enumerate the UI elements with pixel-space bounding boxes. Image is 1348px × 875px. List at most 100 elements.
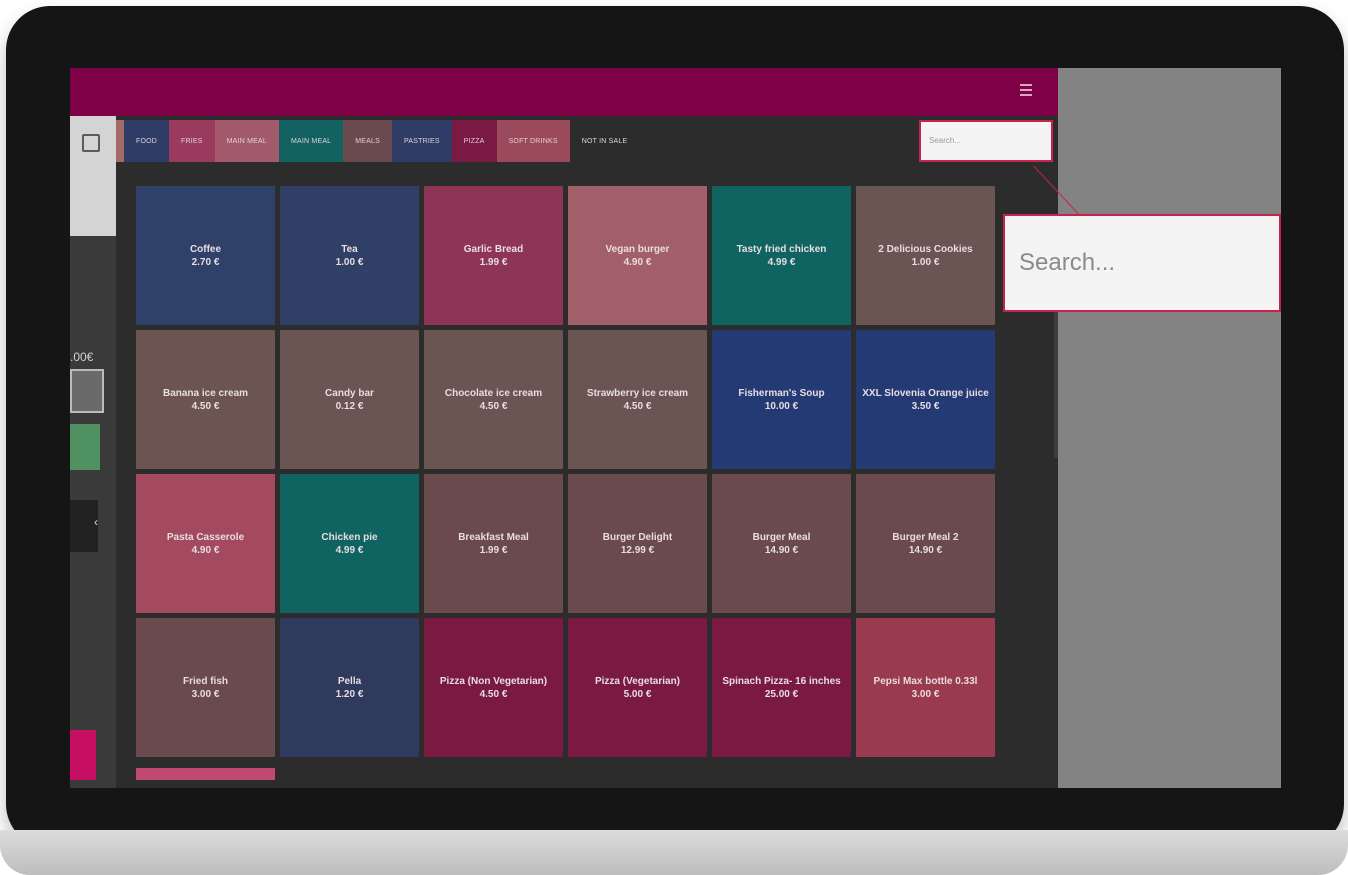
product-name: Strawberry ice cream: [586, 387, 689, 399]
product-name: Tasty fried chicken: [736, 243, 827, 255]
product-tile[interactable]: Pepsi Max bottle 0.33l 3.00 €: [856, 618, 995, 757]
tablet-base: [0, 830, 1348, 875]
product-name: Burger Delight: [602, 531, 673, 543]
product-price: 4.90 €: [623, 256, 652, 268]
product-tile[interactable]: Pella 1.20 €: [280, 618, 419, 757]
product-tile[interactable]: Spinach Pizza- 16 inches 25.00 €: [712, 618, 851, 757]
tab-category[interactable]: PASTRIES: [392, 120, 452, 162]
product-tile[interactable]: Pizza (Non Vegetarian) 4.50 €: [424, 618, 563, 757]
product-price: 3.00 €: [191, 688, 220, 700]
product-grid: Coffee 2.70 € Tea 1.00 € Garlic Bread 1.99 € V…: [136, 186, 1000, 757]
product-tile[interactable]: Banana ice cream 4.50 €: [136, 330, 275, 469]
product-price: 12.99 €: [620, 544, 655, 556]
order-total: .00€: [70, 350, 94, 364]
pos-screen: .00€ ‹ FOOD FRIES MAIN MEAL MAIN MEAL ME…: [70, 68, 1281, 788]
product-price: 4.50 €: [479, 400, 508, 412]
product-name: Fisherman's Soup: [738, 387, 825, 399]
product-price: 4.50 €: [479, 688, 508, 700]
product-tile[interactable]: Burger Meal 2 14.90 €: [856, 474, 995, 613]
product-price: 14.90 €: [764, 544, 799, 556]
product-price: 4.99 €: [335, 544, 364, 556]
product-name: Pasta Casserole: [166, 531, 245, 543]
product-tile[interactable]: Candy bar 0.12 €: [280, 330, 419, 469]
product-price: 4.90 €: [191, 544, 220, 556]
product-name: Coffee: [189, 243, 222, 255]
product-tile[interactable]: Garlic Bread 1.99 €: [424, 186, 563, 325]
product-tile[interactable]: Pasta Casserole 4.90 €: [136, 474, 275, 613]
product-name: Chocolate ice cream: [444, 387, 543, 399]
product-name: Garlic Bread: [463, 243, 524, 255]
tab-category[interactable]: SOFT DRINKS: [496, 120, 570, 162]
product-tile[interactable]: Burger Meal 14.90 €: [712, 474, 851, 613]
product-price: 3.50 €: [911, 400, 940, 412]
product-tile[interactable]: Chocolate ice cream 4.50 €: [424, 330, 563, 469]
product-tile[interactable]: Tea 1.00 €: [280, 186, 419, 325]
product-name: XXL Slovenia Orange juice: [862, 387, 989, 399]
product-price: 1.20 €: [335, 688, 364, 700]
order-panel: .00€ ‹: [70, 116, 116, 788]
right-overlay: [1058, 68, 1281, 788]
product-tile[interactable]: Tasty fried chicken 4.99 €: [712, 186, 851, 325]
pay-button[interactable]: [70, 424, 100, 470]
product-tile[interactable]: Chicken pie 4.99 €: [280, 474, 419, 613]
product-tile[interactable]: Strawberry ice cream 4.50 €: [568, 330, 707, 469]
product-name: Candy bar: [325, 387, 374, 399]
product-price: 14.90 €: [908, 544, 943, 556]
product-name: Burger Meal: [752, 531, 811, 543]
product-price: 1.99 €: [479, 256, 508, 268]
order-header: [70, 116, 116, 236]
category-tabs: FOOD FRIES MAIN MEAL MAIN MEAL MEALS PAS…: [116, 120, 640, 162]
product-name: Pella: [337, 675, 362, 687]
tab-selected-indicator: [116, 120, 124, 162]
product-price: 10.00 €: [764, 400, 799, 412]
product-name: Burger Meal 2: [892, 531, 959, 543]
product-price: 4.50 €: [191, 400, 220, 412]
product-name: Fried fish: [182, 675, 228, 687]
product-tile[interactable]: Burger Delight 12.99 €: [568, 474, 707, 613]
product-tile-partial[interactable]: [136, 768, 275, 780]
collapse-button[interactable]: ‹: [70, 500, 98, 552]
product-price: 2.70 €: [191, 256, 220, 268]
product-tile[interactable]: Fisherman's Soup 10.00 €: [712, 330, 851, 469]
tab-category[interactable]: NOT IN SALE: [569, 120, 640, 162]
product-name: Banana ice cream: [162, 387, 249, 399]
checkout-button[interactable]: [70, 730, 96, 780]
tab-category[interactable]: FRIES: [169, 120, 215, 162]
product-tile[interactable]: XXL Slovenia Orange juice 3.50 €: [856, 330, 995, 469]
search-input-zoomed[interactable]: Search...: [1003, 214, 1281, 312]
product-tile[interactable]: Coffee 2.70 €: [136, 186, 275, 325]
product-tile[interactable]: Vegan burger 4.90 €: [568, 186, 707, 325]
edit-icon[interactable]: [82, 134, 100, 152]
product-name: Tea: [341, 243, 358, 255]
tab-category[interactable]: MAIN MEAL: [278, 120, 344, 162]
product-price: 0.12 €: [335, 400, 364, 412]
product-name: Chicken pie: [321, 531, 378, 543]
product-price: 1.00 €: [335, 256, 364, 268]
product-name: 2 Delicious Cookies: [878, 243, 973, 255]
top-bar: [70, 68, 1058, 116]
tab-category[interactable]: MEALS: [343, 120, 393, 162]
search-input[interactable]: Search...: [919, 120, 1053, 162]
product-name: Pizza (Vegetarian): [594, 675, 681, 687]
product-name: Breakfast Meal: [458, 531, 529, 543]
product-tile[interactable]: Breakfast Meal 1.99 €: [424, 474, 563, 613]
product-price: 1.00 €: [911, 256, 940, 268]
product-tile[interactable]: 2 Delicious Cookies 1.00 €: [856, 186, 995, 325]
product-name: Spinach Pizza- 16 inches: [722, 675, 841, 687]
product-name: Pepsi Max bottle 0.33l: [873, 675, 978, 687]
product-name: Vegan burger: [605, 243, 670, 255]
product-price: 1.99 €: [479, 544, 508, 556]
hamburger-menu-icon[interactable]: [1020, 84, 1032, 99]
product-price: 4.50 €: [623, 400, 652, 412]
product-price: 25.00 €: [764, 688, 799, 700]
product-tile[interactable]: Fried fish 3.00 €: [136, 618, 275, 757]
product-price: 4.99 €: [767, 256, 796, 268]
tab-category[interactable]: FOOD: [124, 120, 170, 162]
product-name: Pizza (Non Vegetarian): [439, 675, 548, 687]
product-price: 5.00 €: [623, 688, 652, 700]
product-tile[interactable]: Pizza (Vegetarian) 5.00 €: [568, 618, 707, 757]
tab-category[interactable]: MAIN MEAL: [214, 120, 279, 162]
tab-category[interactable]: PIZZA: [451, 120, 497, 162]
amount-input[interactable]: [70, 369, 104, 413]
product-price: 3.00 €: [911, 688, 940, 700]
